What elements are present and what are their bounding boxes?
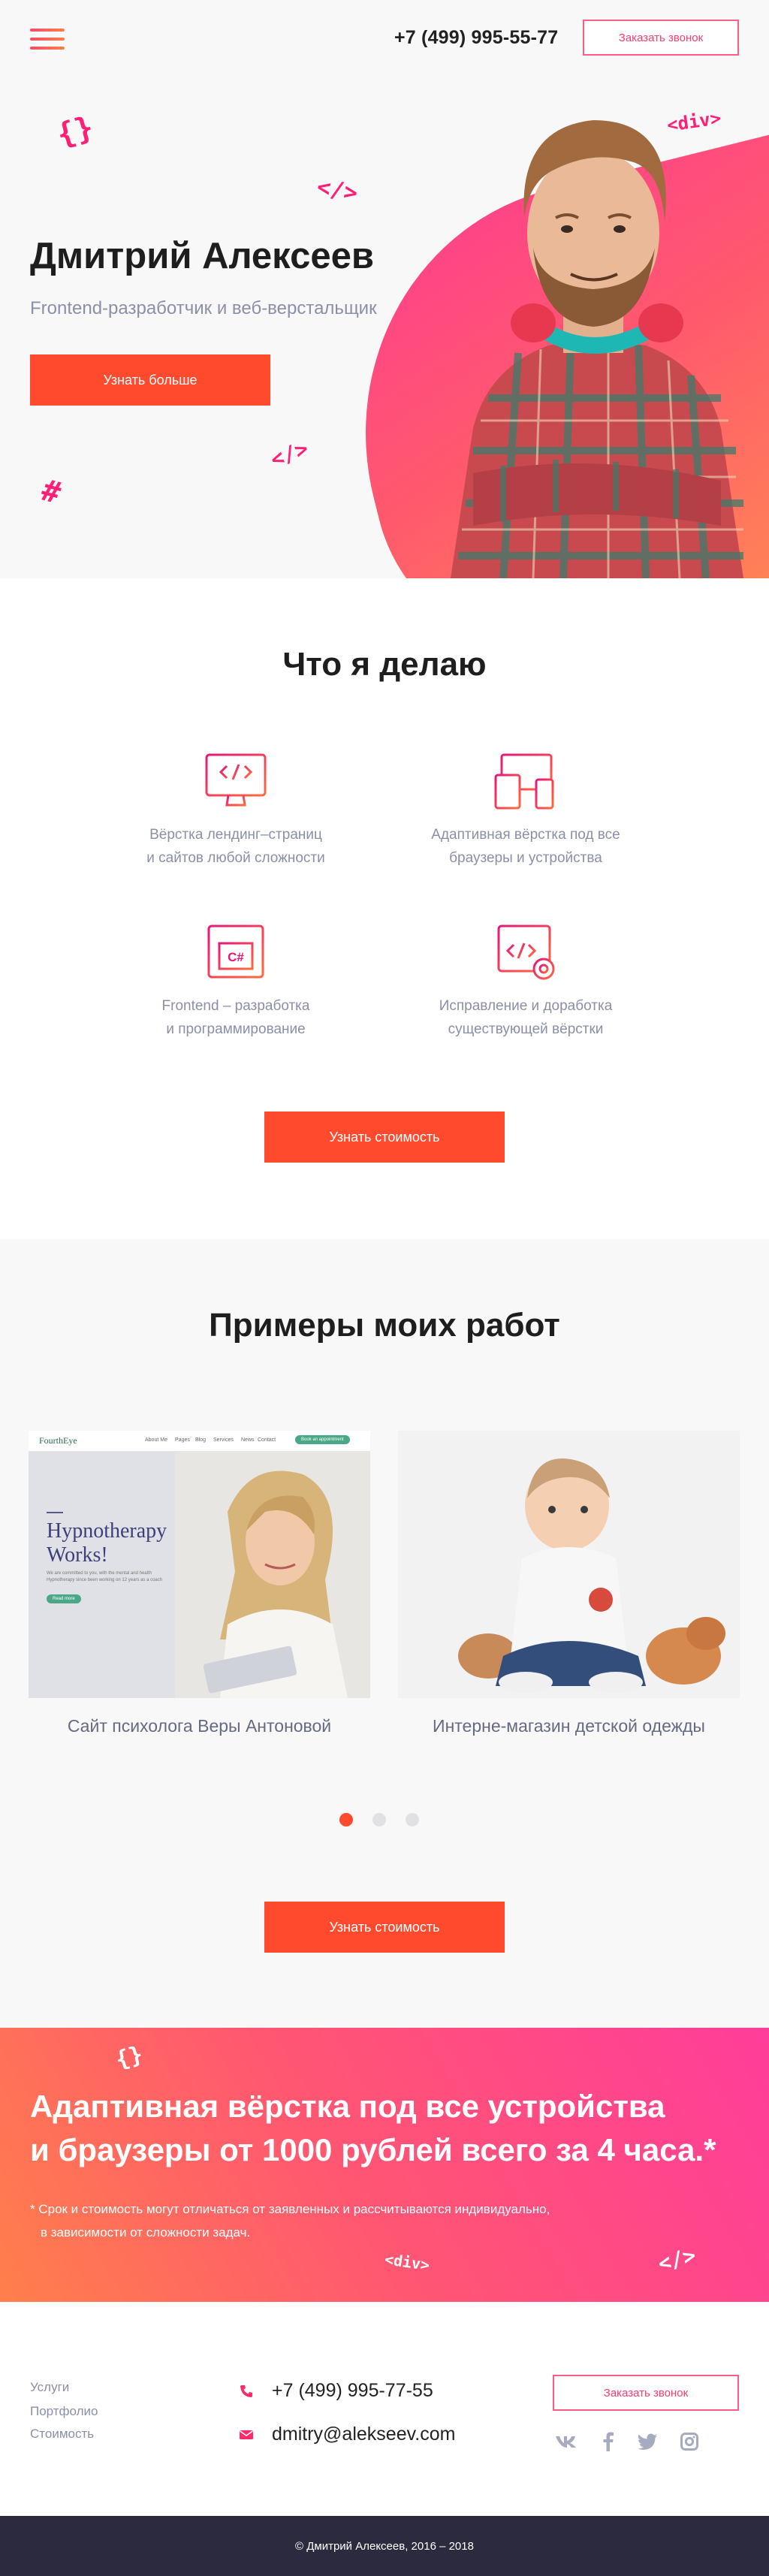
service-line-1: Frontend – разработка [161, 998, 310, 1014]
carousel-dots [339, 1813, 419, 1826]
hero-section: +7 (499) 995-55-77 Заказать звонок Дмитр… [0, 0, 769, 578]
preview-headline: Works! [47, 1543, 108, 1567]
preview-nav-item: Services [213, 1437, 234, 1443]
promo-note-2: в зависимости от сложности задач. [41, 2225, 251, 2240]
service-item: Вёрстка лендинг–страниц и сайтов любой с… [101, 753, 371, 870]
developer-photo [451, 120, 743, 578]
instagram-icon[interactable] [677, 2430, 701, 2454]
twitter-icon[interactable] [635, 2430, 659, 2454]
portfolio-card[interactable]: FourthEye About Me Pages Blog Services N… [29, 1431, 370, 1736]
preview-body: We are committed to you, with the mental… [47, 1571, 163, 1582]
code-tag-deco-icon: </> [315, 173, 360, 207]
slash-tag-deco-icon: </> [655, 2243, 698, 2276]
footer: Услуги Портфолио Стоимость +7 (499) 995-… [0, 2302, 769, 2516]
copyright-bar: © Дмитрий Алексеев, 2016 – 2018 [0, 2516, 769, 2576]
preview-nav-button: Book an appointment [295, 1435, 350, 1444]
footer-email[interactable]: dmitry@alekseev.com [239, 2424, 455, 2445]
preview-nav-item: Contact [258, 1437, 276, 1443]
services-title: Что я делаю [282, 646, 487, 683]
braces-deco-icon: {} [53, 110, 98, 153]
portfolio-section: Примеры моих работ FourthEye About Me Pa… [0, 1239, 769, 2028]
promo-note-1: * Срок и стоимость могут отличаться от з… [30, 2202, 550, 2216]
promo-line-1: Адаптивная вёрстка под все устройства [30, 2089, 665, 2124]
mail-icon [240, 2430, 253, 2439]
promo-line-2: и браузеры от 1000 рублей всего за 4 час… [30, 2132, 716, 2167]
facebook-icon[interactable] [596, 2430, 620, 2454]
div-tag-deco-icon: <div> [383, 2249, 431, 2275]
price-button[interactable]: Узнать стоимость [264, 1902, 505, 1953]
service-line-2: и сайтов любой сложности [146, 850, 325, 866]
footer-phone-text: +7 (499) 995-77-55 [272, 2380, 433, 2401]
promo-title: Адаптивная вёрстка под все устройства и … [30, 2085, 716, 2172]
footer-phone[interactable]: +7 (499) 995-77-55 [239, 2380, 433, 2402]
portfolio-card-caption: Сайт психолога Веры Антоновой [67, 1716, 332, 1736]
preview-nav-item: Pages [175, 1437, 190, 1443]
carousel-dot-2[interactable] [372, 1813, 386, 1826]
menu-icon[interactable] [30, 29, 65, 53]
portfolio-card-caption: Интерне-магазин детской одежды [433, 1716, 705, 1736]
footer-link-prices[interactable]: Стоимость [30, 2427, 94, 2442]
preview-headline: Hypnotherapy [47, 1519, 167, 1543]
header-phone[interactable]: +7 (499) 995-55-77 [394, 27, 558, 49]
code-monitor-icon [205, 753, 267, 807]
hero-subtitle: Frontend-разработчик и веб-верстальщик [30, 298, 377, 318]
callback-button[interactable]: Заказать звонок [583, 20, 739, 56]
carousel-dot-1[interactable] [339, 1813, 353, 1826]
braces-deco-icon: {} [113, 2041, 146, 2074]
service-item: Адаптивная вёрстка под все браузеры и ус… [391, 753, 661, 870]
price-button[interactable]: Узнать стоимость [264, 1112, 505, 1163]
learn-more-button[interactable]: Узнать больше [30, 354, 270, 406]
vk-icon[interactable] [554, 2430, 578, 2454]
footer-link-portfolio[interactable]: Портфолио [30, 2404, 98, 2419]
services-section: Что я делаю Вёрстка лендинг–страниц и са… [0, 578, 769, 1239]
slash-tag-deco-icon: </> [267, 436, 312, 472]
svg-text:C#: C# [228, 950, 244, 964]
woman-photo [175, 1452, 370, 1698]
preview-nav-item: About Me [145, 1437, 167, 1443]
portfolio-title: Примеры моих работ [209, 1307, 560, 1344]
preview-brand: FourthEye [39, 1435, 77, 1446]
service-item: Исправление и доработка существующей вёр… [391, 924, 661, 1041]
preview-nav-item: Blog [195, 1437, 207, 1443]
portfolio-card[interactable]: Интерне-магазин детской одежды [398, 1431, 740, 1736]
csharp-window-icon: C# [207, 925, 264, 979]
code-settings-icon [497, 925, 555, 980]
baby-photo [398, 1431, 740, 1698]
service-line-1: Исправление и доработка [439, 998, 613, 1014]
preview-nav-item: News [241, 1437, 255, 1443]
hero-title: Дмитрий Алексеев [30, 236, 374, 276]
footer-link-services[interactable]: Услуги [30, 2380, 69, 2395]
service-line-1: Вёрстка лендинг–страниц [149, 827, 322, 843]
devices-icon [494, 753, 554, 810]
footer-email-text: dmitry@alekseev.com [272, 2424, 456, 2445]
kids-shop-preview [398, 1431, 740, 1698]
preview-button: Read more [47, 1594, 81, 1603]
service-line-2: браузеры и устройства [449, 850, 602, 866]
promo-note: * Срок и стоимость могут отличаться от з… [30, 2197, 550, 2244]
carousel-dot-3[interactable] [406, 1813, 419, 1826]
service-line-2: существующей вёрстки [448, 1021, 604, 1037]
service-line-1: Адаптивная вёрстка под все [431, 827, 620, 843]
service-item: C# Frontend – разработка и программирова… [101, 924, 371, 1041]
hash-deco-icon: # [38, 472, 65, 511]
copyright-text: © Дмитрий Алексеев, 2016 – 2018 [295, 2539, 474, 2553]
phone-icon [240, 2384, 252, 2397]
footer-callback-button[interactable]: Заказать звонок [553, 2375, 739, 2411]
service-line-2: и программирование [166, 1021, 306, 1037]
promo-banner: {} Адаптивная вёрстка под все устройства… [0, 2028, 769, 2302]
psychologist-site-preview: FourthEye About Me Pages Blog Services N… [29, 1431, 370, 1698]
